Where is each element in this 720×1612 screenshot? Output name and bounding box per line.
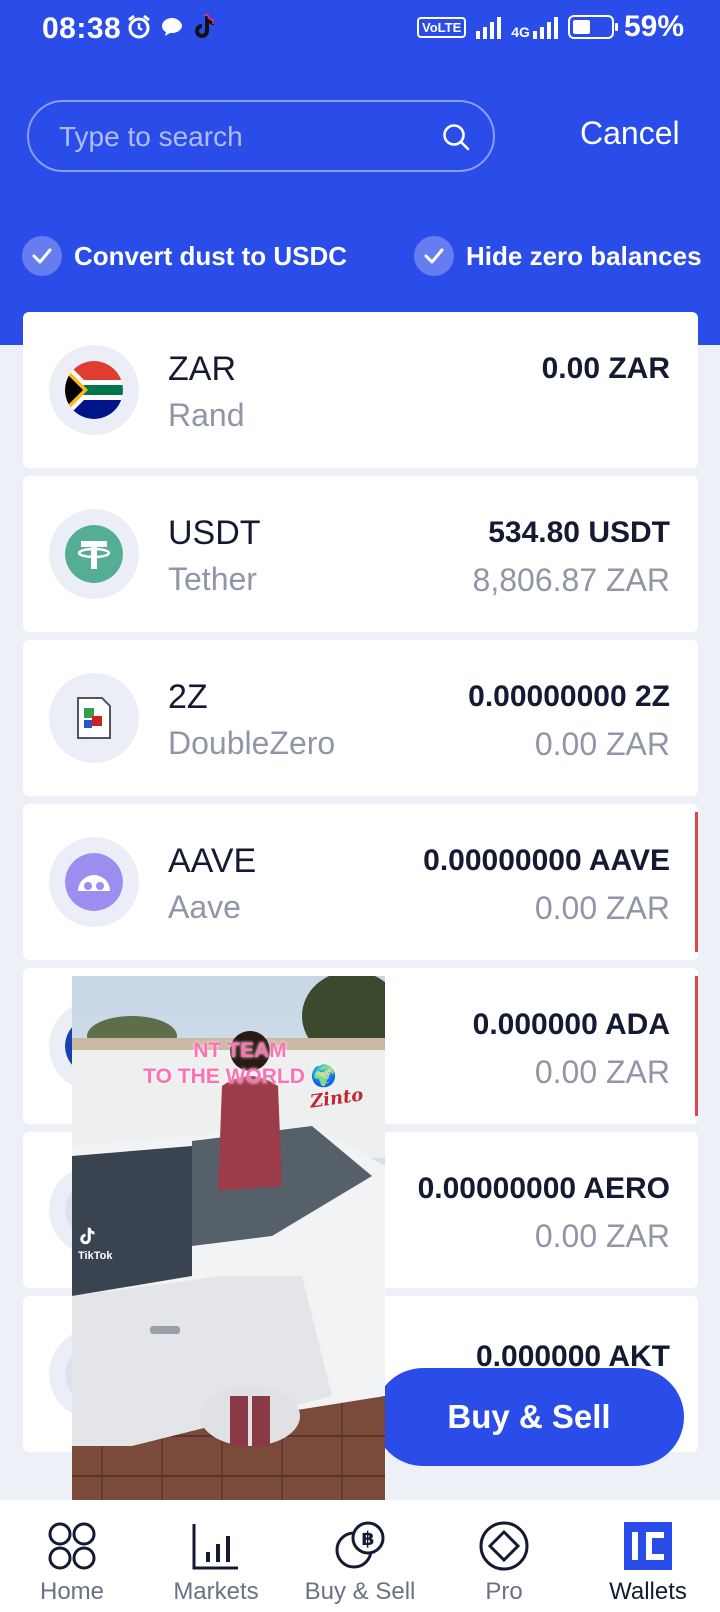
wallet-amount: 0.000000 ADA bbox=[472, 1008, 670, 1041]
signal-icon bbox=[476, 15, 502, 39]
wallet-row-aave[interactable]: AAVE Aave 0.00000000 AAVE 0.00 ZAR bbox=[23, 804, 698, 960]
search-icon[interactable] bbox=[441, 122, 471, 152]
nav-home[interactable]: Home bbox=[0, 1500, 144, 1612]
bottom-navigation: Home Markets ฿ Buy & Sell Pro Wallets bbox=[0, 1500, 720, 1612]
buy-sell-icon: ฿ bbox=[332, 1520, 388, 1572]
pro-icon bbox=[476, 1520, 532, 1572]
tiktok-watermark: TikTok bbox=[78, 1226, 112, 1263]
signal-icon-2 bbox=[532, 15, 558, 39]
wallet-amount: 0.00000000 AAVE bbox=[423, 844, 670, 877]
video-caption: NT TEAM TO THE WORLD 🌍 bbox=[130, 1038, 350, 1090]
chat-bubble-icon bbox=[162, 18, 182, 36]
tiktok-icon bbox=[195, 14, 214, 38]
wallet-row-zar[interactable]: ZAR Rand 0.00 ZAR bbox=[23, 312, 698, 468]
network-type: 4G bbox=[511, 24, 530, 40]
nav-label: Pro bbox=[485, 1578, 523, 1605]
tether-icon bbox=[65, 525, 123, 583]
hide-zero-balances-toggle[interactable]: Hide zero balances bbox=[414, 236, 702, 276]
alarm-icon bbox=[128, 14, 150, 39]
wallet-name: DoubleZero bbox=[168, 725, 336, 761]
nav-label: Wallets bbox=[609, 1578, 687, 1605]
wallet-name: Aave bbox=[168, 889, 241, 925]
tiktok-watermark-label: TikTok bbox=[78, 1250, 113, 1262]
home-icon bbox=[44, 1520, 100, 1572]
status-right-group: VoLTE 4G 59% bbox=[417, 10, 684, 44]
alert-edge-marker bbox=[695, 976, 698, 1116]
wallet-symbol: AAVE bbox=[168, 842, 257, 880]
coin-avatar bbox=[49, 837, 139, 927]
cancel-button[interactable]: Cancel bbox=[580, 115, 680, 152]
battery-icon bbox=[567, 15, 618, 39]
wallet-name: Tether bbox=[168, 561, 257, 597]
markets-icon bbox=[188, 1520, 244, 1572]
wallet-amount: 0.00 ZAR bbox=[541, 352, 670, 385]
wallet-amount: 534.80 USDT bbox=[488, 516, 670, 549]
broken-image-icon bbox=[77, 697, 111, 739]
wallet-symbol: 2Z bbox=[168, 678, 208, 716]
wallet-row-2z[interactable]: 2Z DoubleZero 0.00000000 2Z 0.00 ZAR bbox=[23, 640, 698, 796]
coin-avatar bbox=[49, 673, 139, 763]
search-input[interactable]: Type to search bbox=[27, 100, 495, 172]
wallet-row-usdt[interactable]: USDT Tether 534.80 USDT 8,806.87 ZAR bbox=[23, 476, 698, 632]
wallet-fiat-value: 8,806.87 ZAR bbox=[472, 562, 670, 598]
battery-percent: 59% bbox=[623, 10, 684, 43]
network-signal-group: 4G bbox=[511, 15, 558, 39]
wallet-amount: 0.00000000 2Z bbox=[468, 680, 670, 713]
caption-line-1: NT TEAM bbox=[193, 1039, 287, 1062]
caption-line-2: TO THE WORLD 🌍 bbox=[143, 1065, 337, 1088]
wallet-symbol: ZAR bbox=[168, 350, 236, 388]
nav-label: Buy & Sell bbox=[304, 1578, 416, 1605]
wallet-fiat-value: 0.00 ZAR bbox=[534, 726, 670, 762]
nav-label: Home bbox=[39, 1578, 105, 1605]
notification-icons bbox=[126, 12, 216, 42]
nav-wallets[interactable]: Wallets bbox=[576, 1500, 720, 1612]
hide-zero-balances-label: Hide zero balances bbox=[466, 240, 702, 271]
nav-buy-sell[interactable]: ฿ Buy & Sell bbox=[288, 1500, 432, 1612]
check-icon bbox=[414, 236, 454, 276]
nav-label: Markets bbox=[173, 1578, 259, 1605]
search-placeholder: Type to search bbox=[59, 121, 243, 152]
aave-icon bbox=[65, 853, 123, 911]
south-africa-flag-icon bbox=[65, 361, 123, 419]
wallet-name: Rand bbox=[168, 397, 245, 433]
volte-badge: VoLTE bbox=[417, 16, 467, 38]
nav-pro[interactable]: Pro bbox=[432, 1500, 576, 1612]
wallet-fiat-value: 0.00 ZAR bbox=[534, 890, 670, 926]
wallets-icon bbox=[620, 1520, 676, 1572]
status-bar: 08:38 VoLTE 4G 59% bbox=[0, 0, 720, 58]
wallet-fiat-value: 0.00 ZAR bbox=[534, 1054, 670, 1090]
nav-markets[interactable]: Markets bbox=[144, 1500, 288, 1612]
convert-dust-toggle[interactable]: Convert dust to USDC bbox=[22, 236, 347, 276]
tiktok-icon bbox=[80, 1227, 95, 1245]
coin-avatar bbox=[49, 509, 139, 599]
status-time: 08:38 bbox=[42, 12, 122, 45]
convert-dust-label: Convert dust to USDC bbox=[74, 240, 347, 271]
alert-edge-marker bbox=[695, 812, 698, 952]
svg-text:฿: ฿ bbox=[361, 1528, 374, 1550]
wallet-symbol: USDT bbox=[168, 514, 261, 552]
video-overlay[interactable]: NT TEAM TO THE WORLD 🌍 Zinto TikTok bbox=[72, 976, 385, 1528]
check-icon bbox=[22, 236, 62, 276]
coin-avatar bbox=[49, 345, 139, 435]
wallet-amount: 0.00000000 AERO bbox=[417, 1172, 670, 1205]
wallet-fiat-value: 0.00 ZAR bbox=[534, 1218, 670, 1254]
buy-sell-fab-button[interactable]: Buy & Sell bbox=[374, 1368, 684, 1466]
